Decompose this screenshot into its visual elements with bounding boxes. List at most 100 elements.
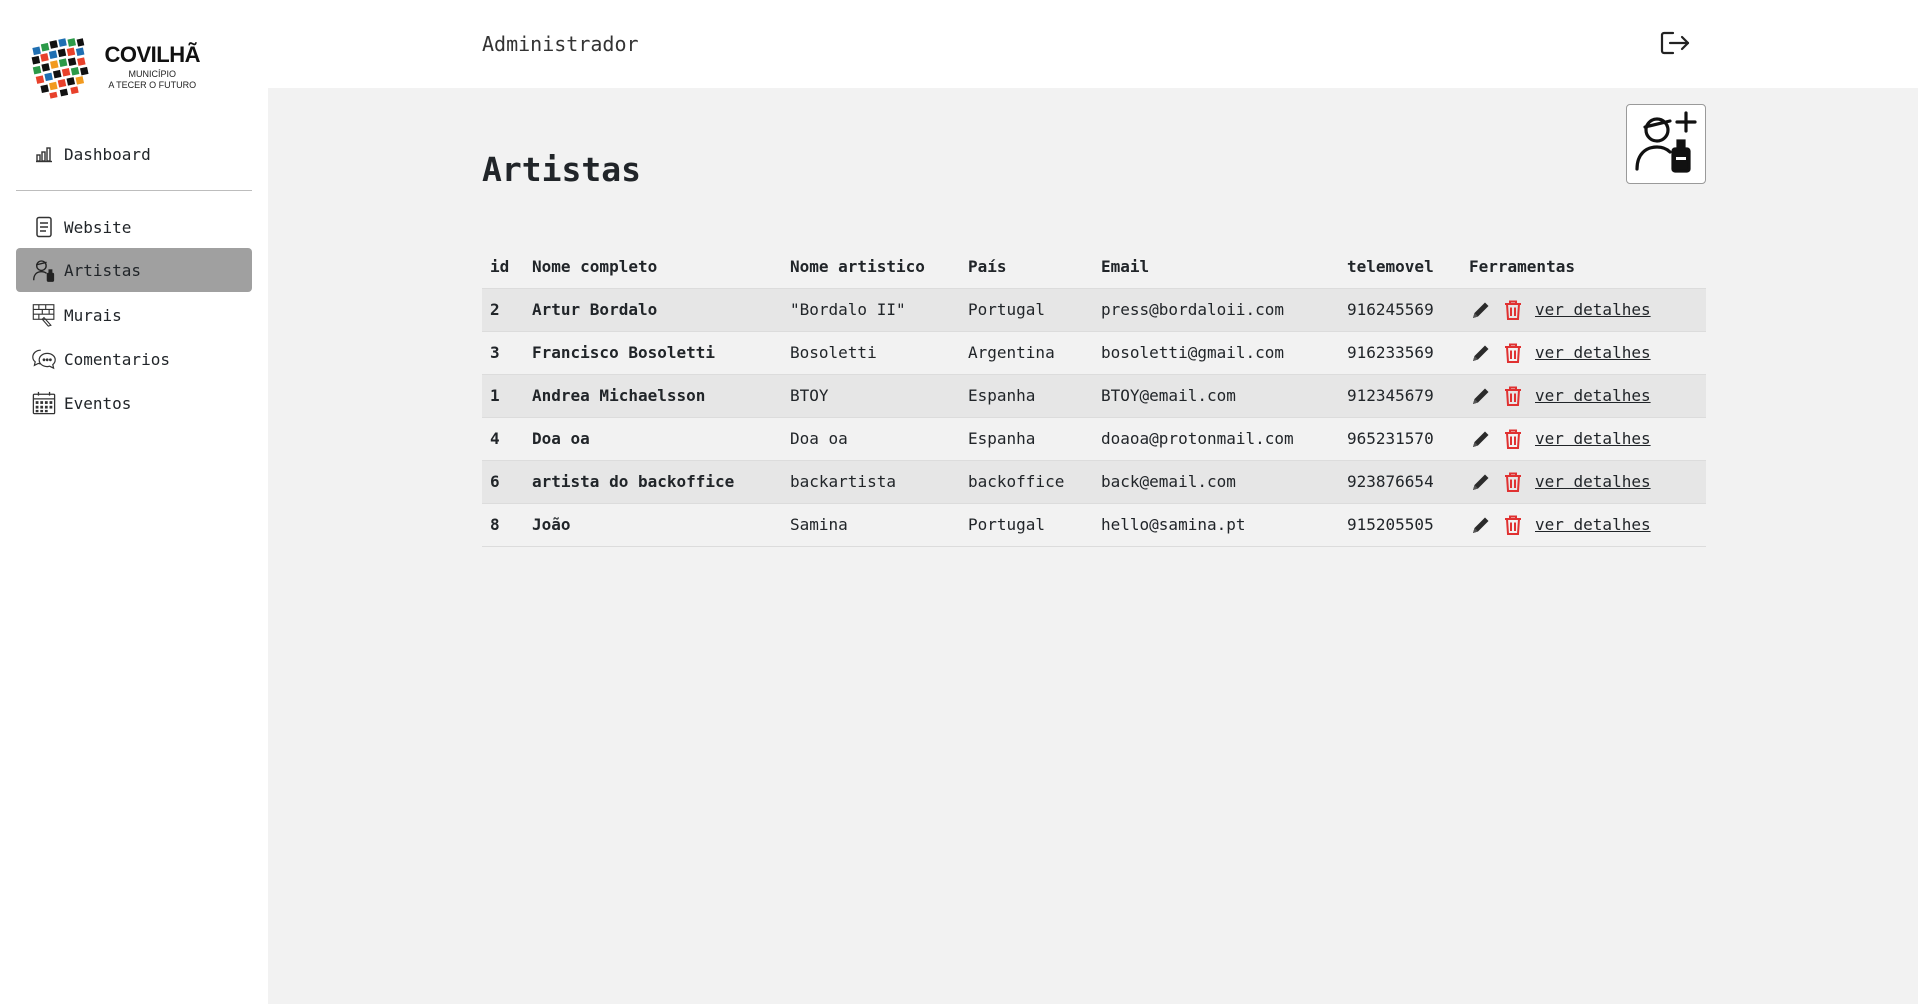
view-details-link[interactable]: ver detalhes bbox=[1535, 472, 1651, 491]
edit-pencil-icon[interactable] bbox=[1469, 341, 1493, 365]
document-icon bbox=[32, 215, 56, 239]
col-header-email: Email bbox=[1093, 246, 1339, 289]
cell-full-name: Andrea Michaelsson bbox=[524, 374, 782, 418]
cell-phone: 965231570 bbox=[1339, 417, 1461, 461]
delete-trash-icon[interactable] bbox=[1501, 513, 1525, 537]
view-details-link[interactable]: ver detalhes bbox=[1535, 343, 1651, 362]
table-row: 4 Doa oa Doa oa Espanha doaoa@protonmail.com… bbox=[482, 417, 1706, 461]
cell-email: back@email.com bbox=[1093, 460, 1339, 504]
logout-icon bbox=[1659, 29, 1691, 61]
user-role-label: Administrador bbox=[482, 32, 639, 56]
cell-country: Espanha bbox=[960, 374, 1093, 418]
table-row: 1 Andrea Michaelsson BTOY Espanha BTOY@email… bbox=[482, 374, 1706, 418]
col-header-full-name: Nome completo bbox=[524, 246, 782, 289]
cell-full-name: Francisco Bosoletti bbox=[524, 331, 782, 375]
cell-full-name: artista do backoffice bbox=[524, 460, 782, 504]
sidebar-item-comentarios[interactable]: Comentarios bbox=[16, 337, 252, 381]
sidebar-item-artistas[interactable]: Artistas bbox=[16, 248, 252, 292]
cell-full-name: João bbox=[524, 503, 782, 547]
sidebar-item-label: Website bbox=[64, 217, 132, 237]
delete-trash-icon[interactable] bbox=[1501, 470, 1525, 494]
view-details-link[interactable]: ver detalhes bbox=[1535, 300, 1651, 319]
edit-pencil-icon[interactable] bbox=[1469, 384, 1493, 408]
logo-subtitle-2: A TECER O FUTURO bbox=[108, 80, 197, 90]
delete-trash-icon[interactable] bbox=[1501, 384, 1525, 408]
cell-full-name: Doa oa bbox=[524, 417, 782, 461]
cell-email: doaoa@protonmail.com bbox=[1093, 417, 1339, 461]
col-header-id: id bbox=[482, 246, 524, 289]
calendar-icon bbox=[32, 391, 56, 415]
edit-pencil-icon[interactable] bbox=[1469, 298, 1493, 322]
col-header-country: País bbox=[960, 246, 1093, 289]
delete-trash-icon[interactable] bbox=[1501, 427, 1525, 451]
chat-icon bbox=[32, 347, 56, 371]
cell-country: backoffice bbox=[960, 460, 1093, 504]
cell-email: hello@samina.pt bbox=[1093, 503, 1339, 547]
artists-table: id Nome completo Nome artistico País Ema… bbox=[482, 246, 1706, 547]
sidebar-item-label: Comentarios bbox=[64, 349, 170, 369]
cell-phone: 916245569 bbox=[1339, 288, 1461, 332]
cell-full-name: Artur Bordalo bbox=[524, 288, 782, 332]
cell-email: press@bordaloii.com bbox=[1093, 288, 1339, 332]
cell-artistic-name: "Bordalo II" bbox=[782, 288, 960, 332]
add-artist-icon bbox=[1633, 109, 1699, 179]
covilha-logo[interactable]: COVILHÃ MUNICÍPIO A TECER O FUTURO bbox=[30, 30, 200, 105]
cell-artistic-name: BTOY bbox=[782, 374, 960, 418]
delete-trash-icon[interactable] bbox=[1501, 341, 1525, 365]
view-details-link[interactable]: ver detalhes bbox=[1535, 515, 1651, 534]
logo-title: COVILHÃ bbox=[104, 42, 201, 67]
edit-pencil-icon[interactable] bbox=[1469, 427, 1493, 451]
delete-trash-icon[interactable] bbox=[1501, 298, 1525, 322]
cell-id: 6 bbox=[482, 460, 524, 504]
header: Administrador bbox=[268, 0, 1918, 88]
cell-phone: 916233569 bbox=[1339, 331, 1461, 375]
cell-artistic-name: Doa oa bbox=[782, 417, 960, 461]
sidebar-item-website[interactable]: Website bbox=[16, 205, 252, 249]
edit-pencil-icon[interactable] bbox=[1469, 470, 1493, 494]
col-header-artistic-name: Nome artistico bbox=[782, 246, 960, 289]
view-details-link[interactable]: ver detalhes bbox=[1535, 429, 1651, 448]
cell-id: 3 bbox=[482, 331, 524, 375]
sidebar-divider bbox=[16, 190, 252, 191]
sidebar-item-label: Eventos bbox=[64, 393, 132, 413]
cell-tools: ver detalhes bbox=[1461, 503, 1706, 547]
table-header-row: id Nome completo Nome artistico País Ema… bbox=[482, 246, 1706, 289]
sidebar-item-label: Murais bbox=[64, 305, 122, 325]
page-title: Artistas bbox=[482, 150, 641, 189]
logout-button[interactable] bbox=[1658, 28, 1692, 62]
sidebar-item-dashboard[interactable]: Dashboard bbox=[16, 132, 252, 176]
cell-id: 4 bbox=[482, 417, 524, 461]
cell-tools: ver detalhes bbox=[1461, 288, 1706, 332]
cell-country: Portugal bbox=[960, 288, 1093, 332]
mural-icon bbox=[32, 303, 56, 327]
sidebar-item-label: Artistas bbox=[64, 260, 142, 280]
view-details-link[interactable]: ver detalhes bbox=[1535, 386, 1651, 405]
cell-id: 2 bbox=[482, 288, 524, 332]
sidebar-item-eventos[interactable]: Eventos bbox=[16, 381, 252, 425]
cell-tools: ver detalhes bbox=[1461, 417, 1706, 461]
main-content: Artistas id Nome completo Nome artistico… bbox=[268, 88, 1918, 1004]
cell-id: 8 bbox=[482, 503, 524, 547]
add-artist-button[interactable] bbox=[1626, 104, 1706, 184]
table-row: 2 Artur Bordalo "Bordalo II" Portugal press@… bbox=[482, 288, 1706, 332]
table-row: 3 Francisco Bosoletti Bosoletti Argentina bo… bbox=[482, 331, 1706, 375]
cell-country: Portugal bbox=[960, 503, 1093, 547]
cell-phone: 915205505 bbox=[1339, 503, 1461, 547]
sidebar-item-label: Dashboard bbox=[64, 144, 151, 164]
woven-logo-icon bbox=[31, 37, 89, 99]
sidebar-item-murais[interactable]: Murais bbox=[16, 293, 252, 337]
cell-tools: ver detalhes bbox=[1461, 374, 1706, 418]
edit-pencil-icon[interactable] bbox=[1469, 513, 1493, 537]
cell-country: Argentina bbox=[960, 331, 1093, 375]
logo-subtitle-1: MUNICÍPIO bbox=[128, 69, 176, 79]
cell-email: BTOY@email.com bbox=[1093, 374, 1339, 418]
cell-artistic-name: backartista bbox=[782, 460, 960, 504]
cell-tools: ver detalhes bbox=[1461, 460, 1706, 504]
cell-artistic-name: Samina bbox=[782, 503, 960, 547]
cell-artistic-name: Bosoletti bbox=[782, 331, 960, 375]
cell-phone: 923876654 bbox=[1339, 460, 1461, 504]
table-row: 8 João Samina Portugal hello@samina.pt 915205… bbox=[482, 503, 1706, 547]
table-row: 6 artista do backoffice backartista backoff… bbox=[482, 460, 1706, 504]
col-header-phone: telemovel bbox=[1339, 246, 1461, 289]
cell-tools: ver detalhes bbox=[1461, 331, 1706, 375]
